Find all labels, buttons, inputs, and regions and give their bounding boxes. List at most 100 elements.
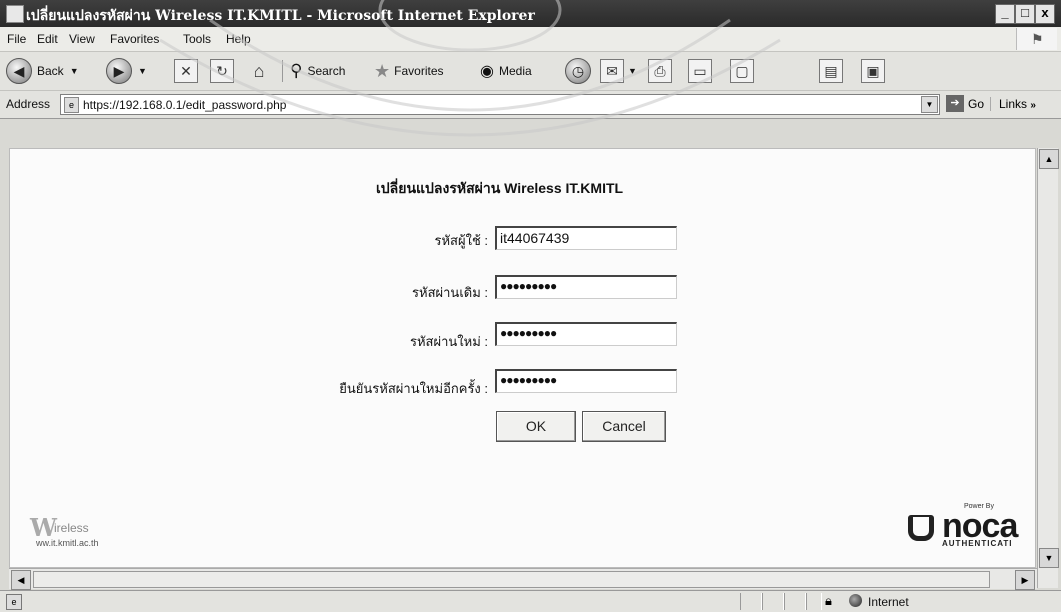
history-icon: ◷ bbox=[565, 58, 591, 84]
ie-app-icon bbox=[6, 5, 24, 23]
close-button[interactable]: x bbox=[1035, 4, 1055, 24]
windows-logo-icon: ⚑ bbox=[1016, 28, 1057, 50]
ok-button[interactable]: OK bbox=[496, 411, 576, 442]
confirm-password-input[interactable]: ●●●●●●●●● bbox=[495, 369, 677, 393]
favorites-button[interactable]: ★ Favorites bbox=[374, 58, 444, 84]
status-pane bbox=[762, 593, 784, 610]
links-button[interactable]: Links » bbox=[990, 97, 1036, 111]
refresh-icon: ↻ bbox=[210, 59, 234, 83]
globe-icon bbox=[849, 594, 862, 607]
edit-icon: ▭ bbox=[688, 59, 712, 83]
menu-view[interactable]: View bbox=[69, 32, 95, 46]
stop-button[interactable]: ✕ bbox=[174, 58, 198, 84]
search-icon: ⚲ bbox=[290, 61, 303, 80]
lock-icon: 🔒︎ bbox=[825, 593, 832, 608]
chevron-down-icon: ▼ bbox=[69, 66, 79, 76]
security-zone: Internet bbox=[868, 595, 909, 609]
research-icon: ▤ bbox=[819, 59, 843, 83]
home-icon: ⌂ bbox=[253, 60, 265, 81]
go-button[interactable]: ➔ Go bbox=[946, 95, 984, 112]
new-password-input[interactable]: ●●●●●●●●● bbox=[495, 322, 677, 346]
menu-edit[interactable]: Edit bbox=[37, 32, 58, 46]
back-arrow-icon: ◀ bbox=[6, 58, 32, 84]
browser-window: เปลี่ยนแปลงรหัสผ่าน Wireless IT.KMITL - … bbox=[0, 0, 1061, 612]
scroll-up-icon[interactable]: ▲ bbox=[1039, 149, 1059, 169]
media-icon: ◉ bbox=[480, 63, 494, 80]
title-bar[interactable]: เปลี่ยนแปลงรหัสผ่าน Wireless IT.KMITL - … bbox=[0, 0, 1061, 27]
noca-logo: Power By noca AUTHENTICATI bbox=[902, 503, 1032, 551]
status-pane bbox=[806, 593, 822, 610]
maximize-button[interactable]: □ bbox=[1015, 4, 1035, 24]
menu-bar: File Edit View Favorites Tools Help ⚑ bbox=[0, 27, 1061, 52]
toolbar: ◀ Back ▼ ▶ ▼ ✕ ↻ ⌂ ⚲ Search ★ Favorites … bbox=[0, 52, 1061, 91]
edit-button[interactable]: ▭ bbox=[688, 58, 712, 84]
scroll-left-icon[interactable]: ◀ bbox=[11, 570, 31, 590]
star-icon: ★ bbox=[374, 60, 391, 81]
toolbar-divider bbox=[282, 60, 283, 82]
mail-icon: ✉ bbox=[600, 59, 624, 83]
go-label: Go bbox=[968, 96, 985, 111]
media-label: Media bbox=[498, 64, 532, 78]
media-button[interactable]: ◉ Media bbox=[480, 58, 532, 84]
chevron-down-icon: ▼ bbox=[138, 66, 147, 76]
favorites-label: Favorites bbox=[394, 64, 444, 78]
search-button[interactable]: ⚲ Search bbox=[290, 58, 345, 84]
discuss-icon: ▢ bbox=[730, 59, 754, 83]
wireless-logo: W ireless ww.it.kmitl.ac.th bbox=[30, 513, 99, 548]
status-bar: e 🔒︎ Internet bbox=[0, 590, 1061, 612]
username-label: รหัสผู้ใช้ : bbox=[434, 233, 489, 248]
forward-arrow-icon: ▶ bbox=[106, 58, 132, 84]
page-icon: e bbox=[64, 97, 79, 113]
back-button[interactable]: ◀ Back ▼ bbox=[6, 58, 79, 84]
menu-help[interactable]: Help bbox=[226, 32, 251, 46]
home-button[interactable]: ⌂ bbox=[248, 58, 270, 84]
menu-tools[interactable]: Tools bbox=[183, 32, 211, 46]
address-label: Address bbox=[6, 97, 51, 111]
scroll-right-icon[interactable]: ▶ bbox=[1015, 570, 1035, 590]
window-controls: _ □ x bbox=[995, 4, 1055, 24]
cancel-button[interactable]: Cancel bbox=[582, 411, 666, 442]
page-content bbox=[9, 148, 1036, 568]
links-label: Links bbox=[999, 97, 1028, 111]
noca-mark-icon bbox=[908, 515, 934, 541]
messenger-button[interactable]: ▣ bbox=[861, 58, 885, 84]
go-arrow-icon: ➔ bbox=[946, 95, 964, 112]
print-icon: ⎙ bbox=[648, 59, 672, 83]
wireless-logo-word: ireless bbox=[54, 521, 89, 535]
noca-sub: AUTHENTICATI bbox=[942, 539, 1013, 548]
search-label: Search bbox=[307, 64, 346, 78]
discuss-button[interactable]: ▢ bbox=[730, 58, 754, 84]
menu-file[interactable]: File bbox=[7, 32, 26, 46]
research-button[interactable]: ▤ bbox=[819, 58, 843, 84]
print-button[interactable]: ⎙ bbox=[648, 58, 672, 84]
refresh-button[interactable]: ↻ bbox=[210, 58, 234, 84]
new-password-label: รหัสผ่านใหม่ : bbox=[410, 334, 488, 349]
messenger-icon: ▣ bbox=[861, 59, 885, 83]
vertical-scrollbar[interactable]: ▲ ▼ bbox=[1037, 148, 1059, 588]
address-bar: Address e https://192.168.0.1/edit_passw… bbox=[0, 91, 1061, 119]
confirm-password-label: ยืนยันรหัสผ่านใหม่อีกครั้ง : bbox=[339, 381, 488, 396]
stop-icon: ✕ bbox=[174, 59, 198, 83]
forward-button[interactable]: ▶ ▼ bbox=[106, 58, 147, 84]
scroll-thumb[interactable] bbox=[33, 571, 990, 588]
form-title: เปลี่ยนแปลงรหัสผ่าน Wireless IT.KMITL bbox=[376, 180, 624, 196]
username-input[interactable]: it44067439 bbox=[495, 226, 677, 250]
scroll-down-icon[interactable]: ▼ bbox=[1039, 548, 1059, 568]
status-pane bbox=[740, 593, 762, 610]
old-password-input[interactable]: ●●●●●●●●● bbox=[495, 275, 677, 299]
address-input[interactable]: e https://192.168.0.1/edit_password.php … bbox=[60, 94, 940, 115]
address-url[interactable]: https://192.168.0.1/edit_password.php bbox=[83, 98, 286, 112]
old-password-label: รหัสผ่านเดิม : bbox=[412, 285, 488, 300]
minimize-button[interactable]: _ bbox=[995, 4, 1015, 24]
history-button[interactable]: ◷ bbox=[565, 58, 591, 84]
wireless-logo-url: ww.it.kmitl.ac.th bbox=[36, 538, 99, 548]
back-label: Back bbox=[37, 64, 64, 78]
address-dropdown-icon[interactable]: ▼ bbox=[921, 96, 938, 113]
horizontal-scrollbar[interactable]: ◀ ▶ bbox=[9, 568, 1037, 590]
mail-button[interactable]: ✉ ▼ bbox=[600, 58, 637, 84]
chevron-right-icon: » bbox=[1030, 100, 1036, 111]
chevron-down-icon: ▼ bbox=[628, 66, 637, 76]
status-pane bbox=[784, 593, 806, 610]
status-page-icon: e bbox=[6, 594, 22, 610]
menu-favorites[interactable]: Favorites bbox=[110, 32, 159, 46]
